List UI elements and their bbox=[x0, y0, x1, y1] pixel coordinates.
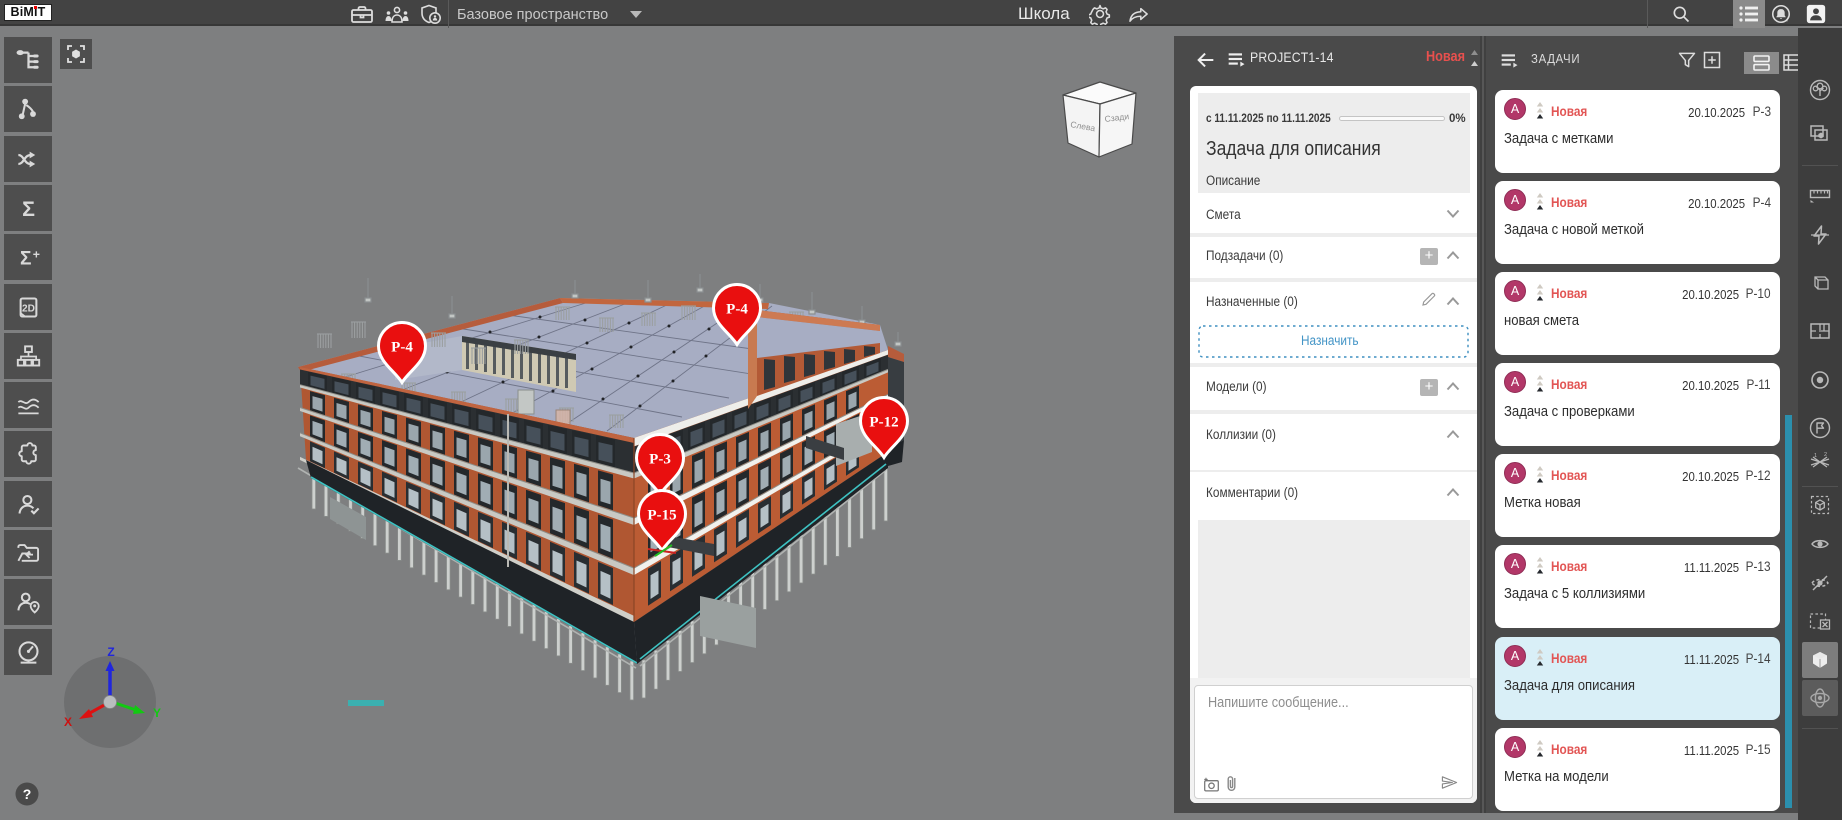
svg-text:X: X bbox=[64, 715, 72, 729]
svg-text:Z: Z bbox=[107, 645, 114, 659]
svg-text:Σ: Σ bbox=[19, 248, 30, 269]
svg-text:P-4: P-4 bbox=[726, 302, 748, 318]
svg-text:?: ? bbox=[23, 786, 32, 802]
svg-text:2: 2 bbox=[1824, 452, 1827, 458]
svg-text:P-4: P-4 bbox=[391, 340, 413, 356]
svg-text:Σ: Σ bbox=[22, 196, 35, 220]
svg-text:1: 1 bbox=[1814, 453, 1817, 459]
svg-text:P-15: P-15 bbox=[647, 508, 676, 524]
svg-text:Y: Y bbox=[153, 706, 161, 720]
svg-text:2D: 2D bbox=[22, 303, 35, 314]
svg-text:+: + bbox=[32, 247, 39, 261]
svg-text:P-12: P-12 bbox=[869, 415, 898, 431]
svg-text:P-3: P-3 bbox=[649, 452, 671, 468]
